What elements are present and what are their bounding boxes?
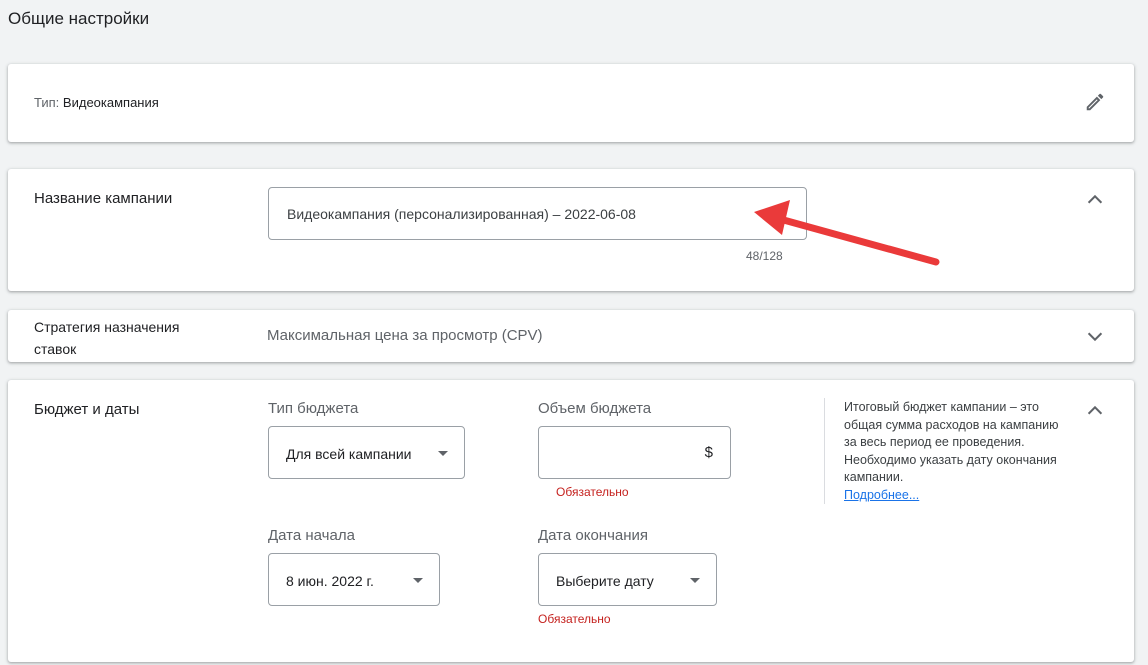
bidding-strategy-value: Максимальная цена за просмотр (CPV) xyxy=(267,327,543,344)
campaign-name-card: Название кампании Видеокампания (персона… xyxy=(8,169,1134,291)
chevron-down-icon[interactable] xyxy=(1084,325,1106,347)
end-date-required-error: Обязательно xyxy=(538,612,611,626)
triangle-down-icon xyxy=(413,578,423,583)
campaign-type-line: Тип: Видеокампания xyxy=(34,95,159,110)
budget-type-value: Для всей кампании xyxy=(286,446,412,462)
help-divider xyxy=(824,398,825,504)
chevron-up-icon[interactable] xyxy=(1084,189,1106,211)
budget-help-body: Итоговый бюджет кампании – это общая сум… xyxy=(844,400,1059,484)
budget-amount-input[interactable]: $ xyxy=(538,426,731,479)
campaign-type-label: Тип: xyxy=(34,95,60,110)
general-settings-page: Общие настройки Тип: Видеокампания Назва… xyxy=(0,0,1148,665)
end-date-value: Выберите дату xyxy=(556,573,654,589)
triangle-down-icon xyxy=(438,451,448,456)
start-date-label: Дата начала xyxy=(268,527,355,544)
campaign-type-card: Тип: Видеокампания xyxy=(8,64,1134,142)
chevron-up-icon[interactable] xyxy=(1084,400,1106,422)
learn-more-link[interactable]: Подробнее... xyxy=(844,487,1074,505)
bidding-strategy-card[interactable]: Стратегия назначения ставок Максимальная… xyxy=(8,310,1134,362)
budget-type-select[interactable]: Для всей кампании xyxy=(268,426,465,479)
campaign-type-value: Видеокампания xyxy=(62,95,159,110)
section-title: Общие настройки xyxy=(8,9,150,28)
start-date-value: 8 июн. 2022 г. xyxy=(286,573,374,589)
campaign-name-input[interactable]: Видеокампания (персонализированная) – 20… xyxy=(268,187,807,240)
budget-type-label: Тип бюджета xyxy=(268,400,359,417)
bidding-strategy-label: Стратегия назначения ставок xyxy=(34,319,180,357)
annotation-arrow-icon xyxy=(754,200,940,266)
currency-symbol: $ xyxy=(704,444,713,461)
budget-dates-label: Бюджет и даты xyxy=(34,401,140,418)
budget-help-text: Итоговый бюджет кампании – это общая сум… xyxy=(844,399,1074,504)
campaign-name-label: Название кампании xyxy=(34,190,173,207)
budget-amount-label: Объем бюджета xyxy=(538,400,652,417)
end-date-label: Дата окончания xyxy=(538,527,649,544)
pencil-icon[interactable] xyxy=(1084,91,1106,113)
start-date-select[interactable]: 8 июн. 2022 г. xyxy=(268,553,440,606)
triangle-down-icon xyxy=(690,578,700,583)
budget-dates-card: Бюджет и даты Тип бюджета Для всей кампа… xyxy=(8,380,1134,662)
end-date-select[interactable]: Выберите дату xyxy=(538,553,717,606)
budget-required-error: Обязательно xyxy=(556,485,629,499)
